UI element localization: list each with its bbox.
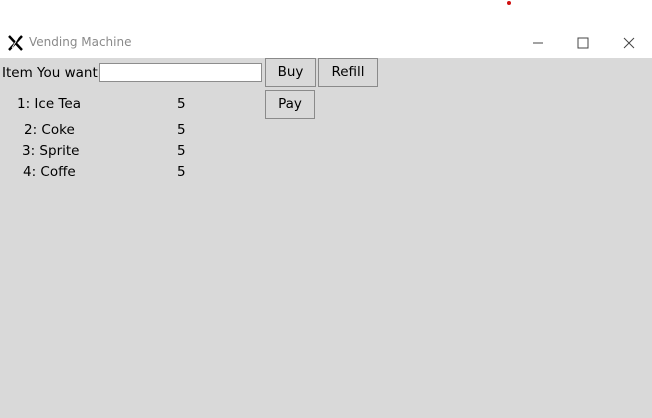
item-input[interactable] xyxy=(99,63,262,82)
indicator-dot xyxy=(507,1,511,5)
close-icon[interactable] xyxy=(618,33,640,53)
item-name-3: 3: Sprite xyxy=(22,143,80,159)
item-count-1: 5 xyxy=(177,96,186,112)
buy-button[interactable]: Buy xyxy=(265,58,316,87)
window-title: Vending Machine xyxy=(29,35,132,49)
item-label: Item You want xyxy=(2,65,98,81)
refill-button[interactable]: Refill xyxy=(318,58,378,87)
item-count-2: 5 xyxy=(177,122,186,138)
window-client-area: Item You want Buy Refill Pay 1: Ice Tea … xyxy=(0,58,652,418)
item-count-3: 5 xyxy=(177,143,186,159)
item-name-2: 2: Coke xyxy=(24,122,75,138)
pay-button[interactable]: Pay xyxy=(265,90,315,119)
item-name-4: 4: Coffe xyxy=(23,164,76,180)
item-count-4: 5 xyxy=(177,164,186,180)
window-titlebar[interactable]: Vending Machine xyxy=(0,28,652,58)
x-logo-icon xyxy=(7,34,25,52)
item-name-1: 1: Ice Tea xyxy=(17,96,81,112)
minimize-icon[interactable] xyxy=(527,33,549,53)
maximize-icon[interactable] xyxy=(572,33,594,53)
